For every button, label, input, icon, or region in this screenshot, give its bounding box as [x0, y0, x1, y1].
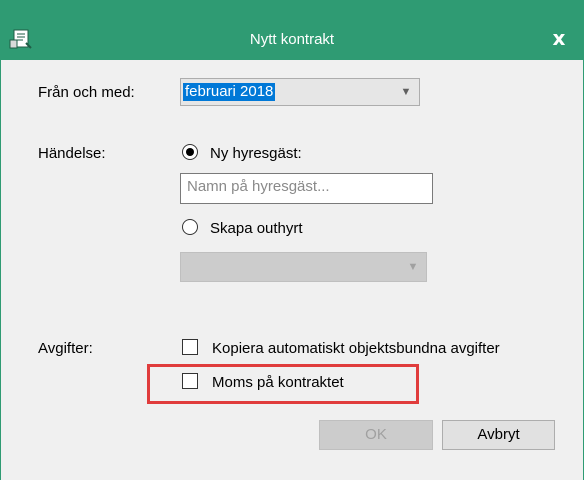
cancel-button[interactable]: Avbryt — [442, 420, 555, 450]
tenant-name-input[interactable]: Namn på hyresgäst... — [180, 173, 433, 204]
copy-fees-label[interactable]: Kopiera automatiskt objektsbundna avgift… — [212, 340, 500, 357]
event-label: Händelse: — [38, 145, 106, 162]
ok-button[interactable]: OK — [319, 420, 433, 450]
create-vacant-radio[interactable] — [182, 219, 198, 235]
from-month-select[interactable]: februari 2018 ▼ — [180, 78, 420, 106]
dialog-window: Nytt kontrakt x Från och med: februari 2… — [0, 0, 584, 480]
title-bar: Nytt kontrakt x — [1, 0, 583, 60]
copy-fees-checkbox[interactable] — [182, 339, 198, 355]
new-tenant-radio[interactable] — [182, 144, 198, 160]
vacant-select[interactable]: ▼ — [180, 252, 427, 282]
new-tenant-label[interactable]: Ny hyresgäst: — [210, 145, 302, 162]
vat-label[interactable]: Moms på kontraktet — [212, 374, 344, 391]
from-label: Från och med: — [38, 84, 135, 101]
vat-checkbox[interactable] — [182, 373, 198, 389]
chevron-down-icon: ▼ — [407, 261, 419, 273]
create-vacant-label[interactable]: Skapa outhyrt — [210, 220, 303, 237]
from-month-value: februari 2018 — [183, 83, 276, 101]
chevron-down-icon: ▼ — [400, 86, 412, 98]
window-title: Nytt kontrakt — [249, 31, 335, 48]
close-button[interactable]: x — [549, 28, 569, 48]
fees-label: Avgifter: — [38, 340, 93, 357]
